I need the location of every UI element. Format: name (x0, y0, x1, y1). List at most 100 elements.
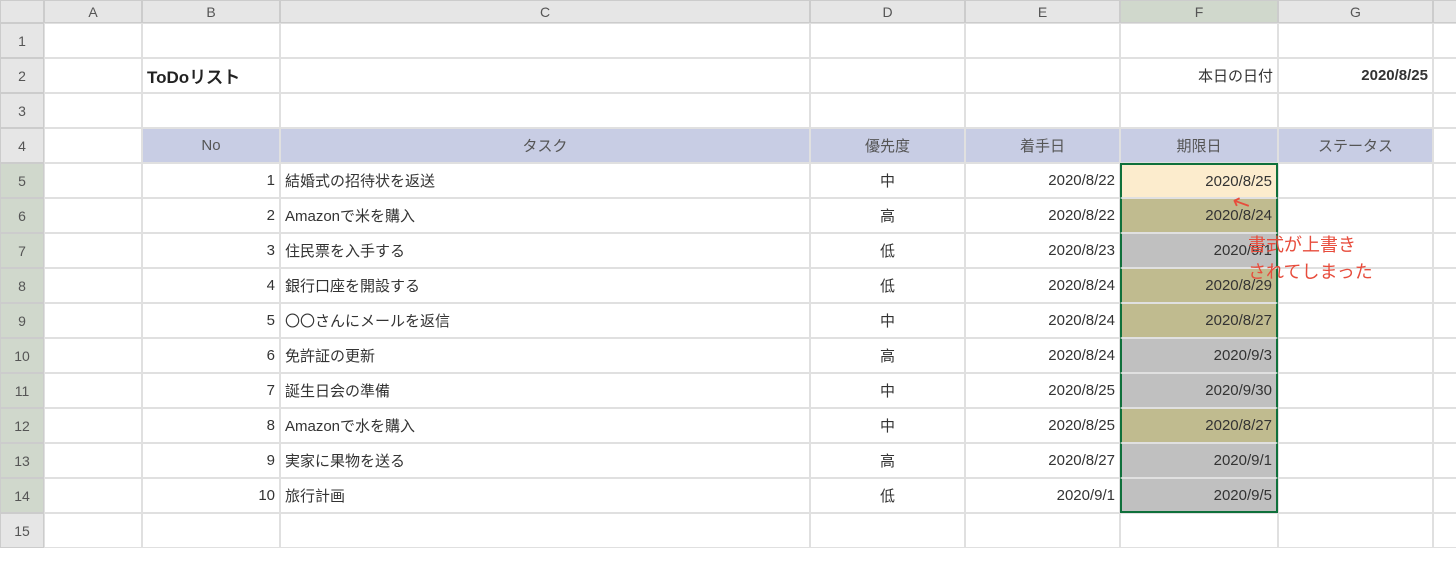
cell-E4[interactable]: 着手日 (965, 128, 1120, 163)
cell-F15[interactable] (1120, 513, 1278, 548)
cell-C3[interactable] (280, 93, 810, 128)
cell-E15[interactable] (965, 513, 1120, 548)
cell-H10[interactable] (1433, 338, 1456, 373)
cell-F4[interactable]: 期限日 (1120, 128, 1278, 163)
row-header-10[interactable]: 10 (0, 338, 44, 373)
select-all-corner[interactable] (0, 0, 44, 23)
row-header-9[interactable]: 9 (0, 303, 44, 338)
column-header-A[interactable]: A (44, 0, 142, 23)
cell-G15[interactable] (1278, 513, 1433, 548)
cell-G3[interactable] (1278, 93, 1433, 128)
cell-D13[interactable]: 高 (810, 443, 965, 478)
cell-F2[interactable]: 本日の日付 (1120, 58, 1278, 93)
cell-A11[interactable] (44, 373, 142, 408)
cell-D2[interactable] (810, 58, 965, 93)
cell-C11[interactable]: 誕生日会の準備 (280, 373, 810, 408)
cell-H3[interactable] (1433, 93, 1456, 128)
cell-B1[interactable] (142, 23, 280, 58)
cell-B14[interactable]: 10 (142, 478, 280, 513)
cell-D10[interactable]: 高 (810, 338, 965, 373)
row-header-4[interactable]: 4 (0, 128, 44, 163)
row-header-14[interactable]: 14 (0, 478, 44, 513)
cell-A7[interactable] (44, 233, 142, 268)
cell-H11[interactable] (1433, 373, 1456, 408)
cell-G2[interactable]: 2020/8/25 (1278, 58, 1433, 93)
cell-F9[interactable]: 2020/8/27 (1120, 303, 1278, 338)
cell-D7[interactable]: 低 (810, 233, 965, 268)
cell-F10[interactable]: 2020/9/3 (1120, 338, 1278, 373)
cell-C15[interactable] (280, 513, 810, 548)
column-header-F[interactable]: F (1120, 0, 1278, 23)
cell-D8[interactable]: 低 (810, 268, 965, 303)
row-header-12[interactable]: 12 (0, 408, 44, 443)
cell-C2[interactable] (280, 58, 810, 93)
cell-B15[interactable] (142, 513, 280, 548)
cell-D6[interactable]: 高 (810, 198, 965, 233)
cell-A6[interactable] (44, 198, 142, 233)
cell-H12[interactable] (1433, 408, 1456, 443)
cell-G10[interactable] (1278, 338, 1433, 373)
row-header-5[interactable]: 5 (0, 163, 44, 198)
cell-H15[interactable] (1433, 513, 1456, 548)
column-header-H[interactable]: H (1433, 0, 1456, 23)
cell-F12[interactable]: 2020/8/27 (1120, 408, 1278, 443)
cell-H9[interactable] (1433, 303, 1456, 338)
row-header-6[interactable]: 6 (0, 198, 44, 233)
column-header-G[interactable]: G (1278, 0, 1433, 23)
cell-C7[interactable]: 住民票を入手する (280, 233, 810, 268)
cell-A14[interactable] (44, 478, 142, 513)
cell-A9[interactable] (44, 303, 142, 338)
row-header-15[interactable]: 15 (0, 513, 44, 548)
cell-A8[interactable] (44, 268, 142, 303)
cell-C4[interactable]: タスク (280, 128, 810, 163)
row-header-3[interactable]: 3 (0, 93, 44, 128)
cell-C6[interactable]: Amazonで米を購入 (280, 198, 810, 233)
cell-H8[interactable] (1433, 268, 1456, 303)
cell-E14[interactable]: 2020/9/1 (965, 478, 1120, 513)
cell-B10[interactable]: 6 (142, 338, 280, 373)
row-header-2[interactable]: 2 (0, 58, 44, 93)
cell-C14[interactable]: 旅行計画 (280, 478, 810, 513)
cell-G9[interactable] (1278, 303, 1433, 338)
cell-G1[interactable] (1278, 23, 1433, 58)
cell-C1[interactable] (280, 23, 810, 58)
cell-E11[interactable]: 2020/8/25 (965, 373, 1120, 408)
cell-H2[interactable] (1433, 58, 1456, 93)
cell-H5[interactable] (1433, 163, 1456, 198)
cell-D14[interactable]: 低 (810, 478, 965, 513)
cell-C13[interactable]: 実家に果物を送る (280, 443, 810, 478)
cell-E9[interactable]: 2020/8/24 (965, 303, 1120, 338)
cell-B3[interactable] (142, 93, 280, 128)
cell-F3[interactable] (1120, 93, 1278, 128)
cell-C9[interactable]: 〇〇さんにメールを返信 (280, 303, 810, 338)
cell-D5[interactable]: 中 (810, 163, 965, 198)
cell-H4[interactable] (1433, 128, 1456, 163)
cell-D9[interactable]: 中 (810, 303, 965, 338)
cell-G14[interactable] (1278, 478, 1433, 513)
cell-B6[interactable]: 2 (142, 198, 280, 233)
cell-G13[interactable] (1278, 443, 1433, 478)
cell-E6[interactable]: 2020/8/22 (965, 198, 1120, 233)
cell-B2[interactable]: ToDoリスト (142, 58, 280, 93)
row-header-8[interactable]: 8 (0, 268, 44, 303)
cell-A5[interactable] (44, 163, 142, 198)
cell-D4[interactable]: 優先度 (810, 128, 965, 163)
cell-A2[interactable] (44, 58, 142, 93)
cell-A4[interactable] (44, 128, 142, 163)
cell-F13[interactable]: 2020/9/1 (1120, 443, 1278, 478)
cell-E3[interactable] (965, 93, 1120, 128)
cell-F14[interactable]: 2020/9/5 (1120, 478, 1278, 513)
cell-G6[interactable] (1278, 198, 1433, 233)
cell-C10[interactable]: 免許証の更新 (280, 338, 810, 373)
cell-F1[interactable] (1120, 23, 1278, 58)
cell-A1[interactable] (44, 23, 142, 58)
cell-A3[interactable] (44, 93, 142, 128)
cell-B8[interactable]: 4 (142, 268, 280, 303)
cell-A10[interactable] (44, 338, 142, 373)
cell-G4[interactable]: ステータス (1278, 128, 1433, 163)
cell-B9[interactable]: 5 (142, 303, 280, 338)
cell-E8[interactable]: 2020/8/24 (965, 268, 1120, 303)
cell-D3[interactable] (810, 93, 965, 128)
cell-G11[interactable] (1278, 373, 1433, 408)
cell-B5[interactable]: 1 (142, 163, 280, 198)
